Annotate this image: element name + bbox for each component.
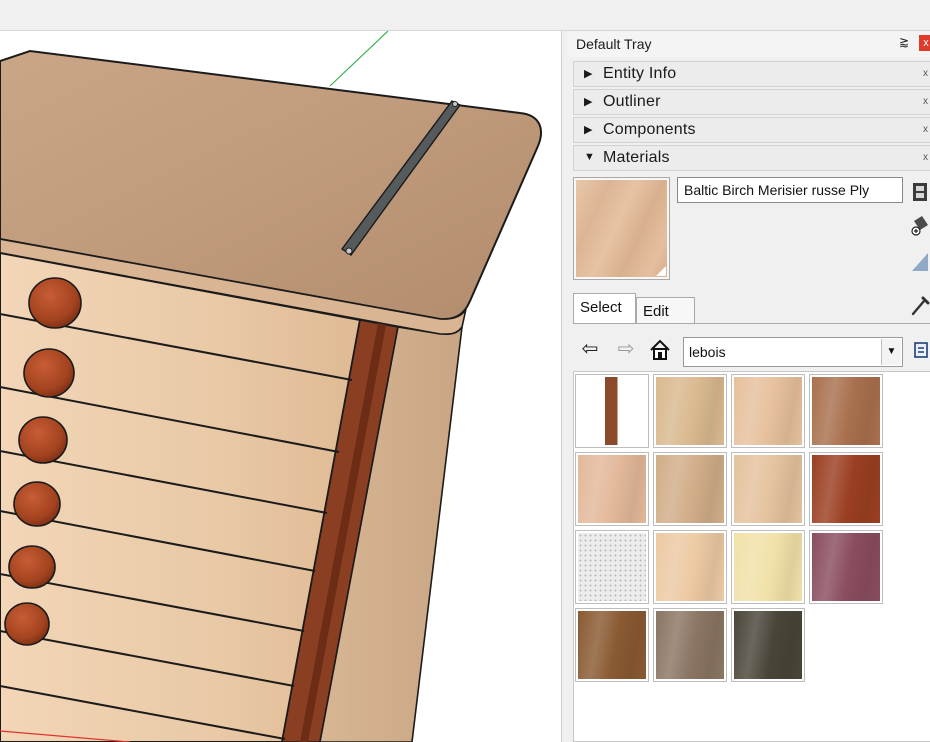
material-swatch-pine-pink bbox=[578, 455, 646, 523]
material-name-field[interactable]: Baltic Birch Merisier russe Ply bbox=[677, 177, 903, 203]
section-close-icon[interactable]: x bbox=[923, 124, 928, 135]
expand-arrow-icon: ▶ bbox=[584, 68, 593, 80]
drawer-knob bbox=[4, 602, 50, 646]
material-swatch-perforated bbox=[578, 533, 646, 601]
section-label: Entity Info bbox=[603, 65, 677, 82]
material-preview-swatch bbox=[576, 180, 667, 277]
drawer-knob bbox=[13, 481, 61, 527]
material-swatch[interactable] bbox=[731, 530, 805, 604]
material-swatch-purpleheart bbox=[812, 533, 880, 601]
close-icon[interactable]: x bbox=[919, 35, 930, 51]
material-swatch-wenge bbox=[734, 611, 802, 679]
material-swatch[interactable] bbox=[731, 452, 805, 526]
section-close-icon[interactable]: x bbox=[923, 152, 928, 163]
sample-paint-icon[interactable] bbox=[910, 247, 930, 273]
material-swatch-walnut-strip bbox=[578, 377, 646, 445]
material-swatch[interactable] bbox=[809, 374, 883, 448]
section-components[interactable]: ▶ Components x bbox=[573, 117, 930, 143]
drawer-knob bbox=[8, 545, 56, 589]
tray-title: Default Tray bbox=[567, 31, 930, 57]
tab-divider bbox=[573, 323, 930, 324]
section-label: Components bbox=[603, 121, 696, 138]
material-swatch-basswood bbox=[734, 533, 802, 601]
pin-icon[interactable]: ⪆ bbox=[898, 35, 910, 49]
material-swatch[interactable] bbox=[653, 374, 727, 448]
library-select[interactable]: lebois ▼ bbox=[683, 337, 903, 367]
create-material-icon[interactable] bbox=[910, 179, 930, 205]
section-outliner[interactable]: ▶ Outliner x bbox=[573, 89, 930, 115]
expand-arrow-icon: ▶ bbox=[584, 124, 593, 136]
tab-select[interactable]: Select bbox=[573, 293, 636, 323]
section-label: Outliner bbox=[603, 93, 661, 110]
toolbar-area bbox=[0, 0, 930, 31]
forward-arrow-icon[interactable]: ⇨ bbox=[615, 336, 637, 362]
section-close-icon[interactable]: x bbox=[923, 68, 928, 79]
material-swatch[interactable] bbox=[575, 452, 649, 526]
expand-arrow-icon: ▶ bbox=[584, 96, 593, 108]
section-materials[interactable]: ▼ Materials x bbox=[573, 145, 930, 171]
material-preview[interactable] bbox=[573, 177, 670, 280]
tab-edit[interactable]: Edit bbox=[636, 297, 695, 323]
material-swatch[interactable] bbox=[575, 374, 649, 448]
material-swatch[interactable] bbox=[731, 608, 805, 682]
material-swatch-grey-oak bbox=[656, 611, 724, 679]
material-swatch-light-oak bbox=[656, 377, 724, 445]
paint-bucket-icon[interactable] bbox=[910, 213, 930, 239]
section-close-icon[interactable]: x bbox=[923, 96, 928, 107]
green-axis-line bbox=[329, 31, 389, 87]
material-swatch[interactable] bbox=[575, 608, 649, 682]
material-swatch[interactable] bbox=[653, 530, 727, 604]
back-arrow-icon[interactable]: ⇦ bbox=[579, 336, 601, 362]
section-label: Materials bbox=[603, 149, 670, 166]
rail-screw bbox=[452, 101, 458, 107]
material-swatch[interactable] bbox=[653, 608, 727, 682]
material-swatch[interactable] bbox=[809, 530, 883, 604]
details-icon[interactable] bbox=[912, 337, 930, 363]
default-tray: Default Tray ⪆ x ▶ Entity Info x ▶ Outli… bbox=[567, 31, 930, 742]
chevron-down-icon[interactable]: ▼ bbox=[881, 339, 901, 365]
drawer-knob bbox=[28, 277, 82, 329]
material-swatch-grid bbox=[573, 371, 930, 742]
drawer-knob bbox=[18, 416, 68, 464]
model-viewport[interactable] bbox=[0, 31, 562, 742]
eyedropper-icon[interactable] bbox=[910, 295, 930, 317]
home-icon[interactable] bbox=[649, 337, 671, 363]
section-entity-info[interactable]: ▶ Entity Info x bbox=[573, 61, 930, 87]
drawer-knob bbox=[23, 348, 75, 398]
material-swatch-birch bbox=[734, 377, 802, 445]
material-swatch-walnut bbox=[812, 377, 880, 445]
library-select-value: lebois bbox=[689, 344, 726, 360]
preview-corner-icon bbox=[656, 266, 666, 276]
collapse-arrow-icon: ▼ bbox=[584, 151, 595, 163]
rail-screw bbox=[345, 247, 353, 255]
material-swatch-teak bbox=[578, 611, 646, 679]
material-swatch[interactable] bbox=[653, 452, 727, 526]
material-swatch-ash bbox=[656, 455, 724, 523]
material-swatch[interactable] bbox=[809, 452, 883, 526]
material-swatch-mahogany bbox=[812, 455, 880, 523]
material-swatch-beech bbox=[656, 533, 724, 601]
3d-model-canvas[interactable] bbox=[0, 31, 562, 742]
material-swatch[interactable] bbox=[731, 374, 805, 448]
material-swatch-maple bbox=[734, 455, 802, 523]
material-swatch[interactable] bbox=[575, 530, 649, 604]
